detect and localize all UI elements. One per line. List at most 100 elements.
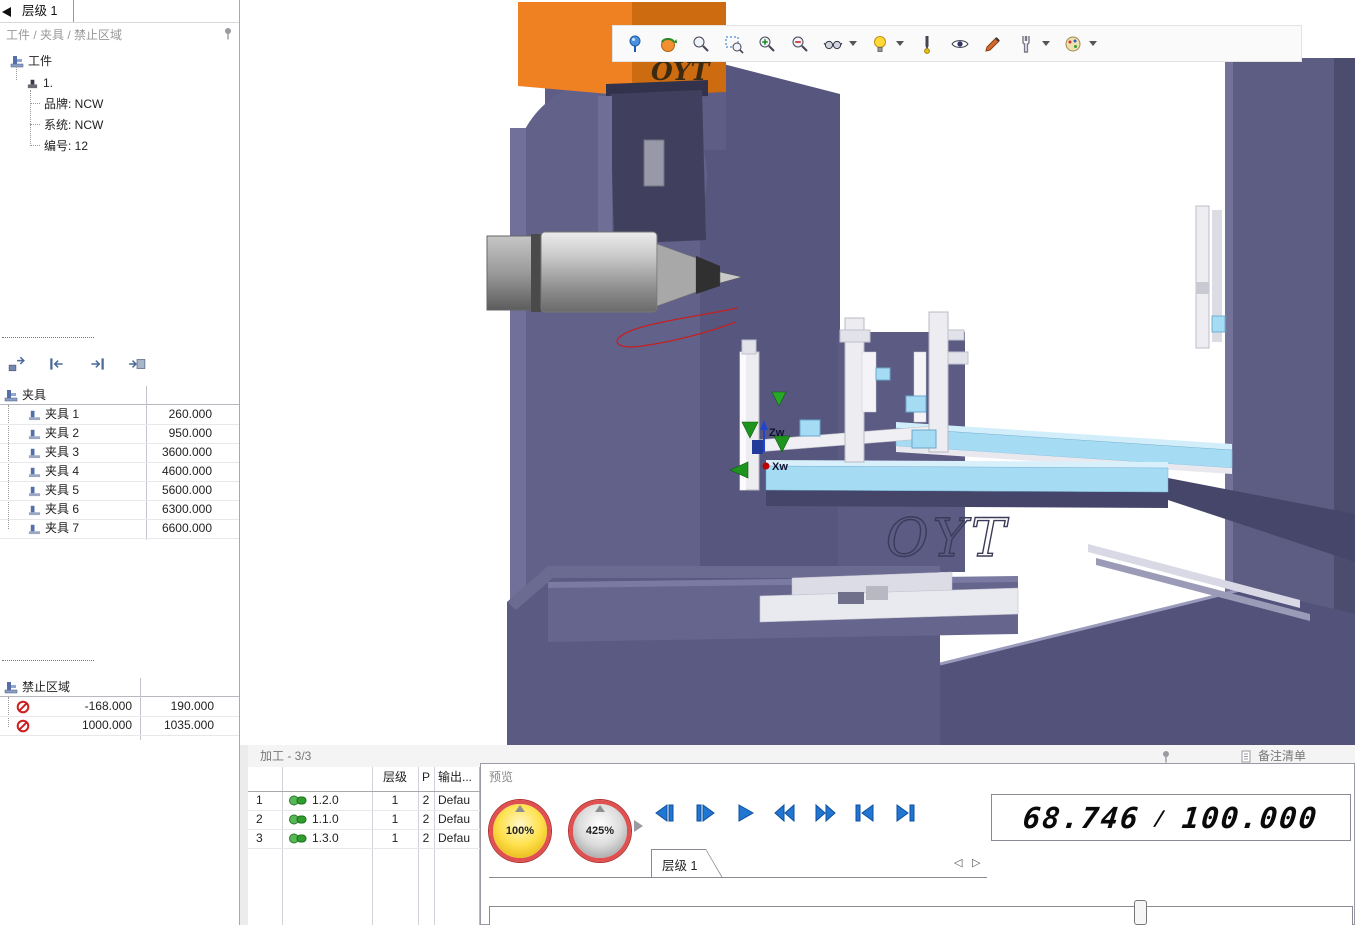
status-green-icon [288, 810, 308, 829]
dock-arrow-icon[interactable] [2, 7, 11, 17]
fixture-value: 260.000 [150, 405, 212, 424]
fixture-row[interactable]: 夹具 5 5600.000 [0, 481, 239, 501]
view-mode-icon[interactable] [823, 34, 843, 54]
fixture-value: 950.000 [150, 424, 212, 443]
tree-label: 工件 [28, 52, 52, 70]
tab-scroll-right-icon[interactable]: ▷ [972, 856, 980, 869]
table-row[interactable]: 3 1.3.0 1 2 Defau [248, 829, 480, 849]
zoom-knob[interactable]: 425% [569, 800, 631, 862]
table-row[interactable]: 1 1.2.0 1 2 Defau [248, 791, 480, 811]
knob-step-icon[interactable] [634, 820, 643, 832]
insert-before-button[interactable] [2, 350, 32, 378]
play-button[interactable] [733, 802, 757, 824]
section-separator [2, 337, 94, 338]
row-p: 2 [418, 810, 434, 829]
tools-dropdown-icon[interactable] [1042, 41, 1050, 46]
progress-total: 100.000 [1181, 801, 1321, 835]
insert-after-button[interactable] [122, 350, 152, 378]
row-number: 3 [256, 829, 276, 848]
timeline-track[interactable] [489, 906, 1353, 925]
tree-label: 系统: NCW [44, 116, 103, 134]
zoom-out-icon[interactable] [790, 34, 810, 54]
tree-connector [30, 90, 31, 146]
row-p: 2 [418, 791, 434, 810]
fixture-name: 夹具 2 [45, 424, 79, 443]
no-entry-icon [16, 719, 30, 733]
preview-tab-label: 层级 1 [662, 855, 697, 874]
speed-knob-value: 100% [506, 825, 534, 837]
skip-to-start-button[interactable] [853, 802, 877, 824]
skip-to-end-button[interactable] [893, 802, 917, 824]
fixture-row[interactable]: 夹具 6 6300.000 [0, 500, 239, 520]
fixture-toolbar [2, 348, 152, 380]
fixture-value: 3600.000 [150, 443, 212, 462]
notes-icon[interactable] [1240, 750, 1252, 764]
fixture-icon [28, 465, 41, 478]
fast-forward-button[interactable] [813, 802, 837, 824]
fixture-name: 夹具 3 [45, 443, 79, 462]
3d-viewport[interactable]: OYT [241, 0, 1355, 745]
tabstrip-baseline [489, 877, 987, 878]
progress-separator: / [1153, 806, 1170, 830]
fixture-row[interactable]: 夹具 1 260.000 [0, 405, 239, 425]
step-forward-button[interactable] [693, 802, 717, 824]
paint-icon[interactable] [983, 34, 1003, 54]
dock-splitter[interactable] [240, 745, 248, 925]
machine-icon [10, 54, 24, 68]
step-back-button[interactable] [653, 802, 677, 824]
fixture-row[interactable]: 夹具 4 4600.000 [0, 462, 239, 482]
forbidden-row[interactable]: 1000.000 1035.000 [0, 716, 239, 736]
forbidden-row[interactable]: -168.000 190.000 [0, 697, 239, 717]
move-left-button[interactable] [42, 350, 72, 378]
fixture-row[interactable]: 夹具 3 3600.000 [0, 443, 239, 463]
light-dropdown-icon[interactable] [896, 41, 904, 46]
tree-connector [30, 124, 40, 125]
color-icon[interactable] [1063, 34, 1083, 54]
rewind-button[interactable] [773, 802, 797, 824]
tab-level-1[interactable]: 层级 1 [14, 0, 74, 23]
pin-icon[interactable] [222, 27, 234, 41]
row-number: 1 [256, 791, 276, 810]
timeline-handle[interactable] [1134, 900, 1147, 925]
row-id: 1.1.0 [312, 810, 368, 829]
status-green-icon [288, 791, 308, 810]
color-dropdown-icon[interactable] [1089, 41, 1097, 46]
no-entry-icon [16, 700, 30, 714]
fixture-name: 夹具 5 [45, 481, 79, 500]
table-header-row: 层级 P 输出... [248, 767, 480, 792]
zoom-icon[interactable] [691, 34, 711, 54]
tree-item-number[interactable]: 编号: 12 [44, 137, 88, 155]
axis-x-label: Xw [772, 461, 788, 473]
row-level: 1 [372, 829, 418, 848]
knob-tick-icon [515, 805, 525, 812]
machine-icon [4, 680, 18, 694]
fixture-row[interactable]: 夹具 7 6600.000 [0, 519, 239, 539]
pin-icon[interactable] [1160, 750, 1172, 764]
column-header-level: 层级 [372, 767, 418, 786]
zoom-in-icon[interactable] [757, 34, 777, 54]
rotate-view-icon[interactable] [658, 34, 678, 54]
tab-scroll-left-icon[interactable]: ◁ [954, 856, 962, 869]
tools-icon[interactable] [1016, 34, 1036, 54]
tree-item-system[interactable]: 系统: NCW [44, 116, 103, 134]
speed-knob[interactable]: 100% [489, 800, 551, 862]
row-id: 1.2.0 [312, 791, 368, 810]
light-icon[interactable] [870, 34, 890, 54]
row-level: 1 [372, 791, 418, 810]
zoom-window-icon[interactable] [724, 34, 744, 54]
fixture-name: 夹具 4 [45, 462, 79, 481]
view-mode-dropdown-icon[interactable] [849, 41, 857, 46]
visibility-icon[interactable] [950, 34, 970, 54]
move-right-button[interactable] [82, 350, 112, 378]
fixture-name: 夹具 6 [45, 500, 79, 519]
preview-tab[interactable]: 层级 1 [651, 849, 723, 878]
application-window: 层级 1 工件 / 夹具 / 禁止区域 工件 1. 品牌: NCW 系统: NC… [0, 0, 1355, 925]
fixture-row[interactable]: 夹具 2 950.000 [0, 424, 239, 444]
preview-panel: 预览 100% 425% 68.746 / 100.000 层级 1 [480, 763, 1355, 925]
tool-display-icon[interactable] [917, 34, 937, 54]
table-row[interactable]: 2 1.1.0 1 2 Defau [248, 810, 480, 830]
tree-item-brand[interactable]: 品牌: NCW [44, 95, 103, 113]
probe-icon[interactable] [625, 34, 645, 54]
progress-display: 68.746 / 100.000 [991, 794, 1351, 841]
tree-label: 品牌: NCW [44, 95, 103, 113]
